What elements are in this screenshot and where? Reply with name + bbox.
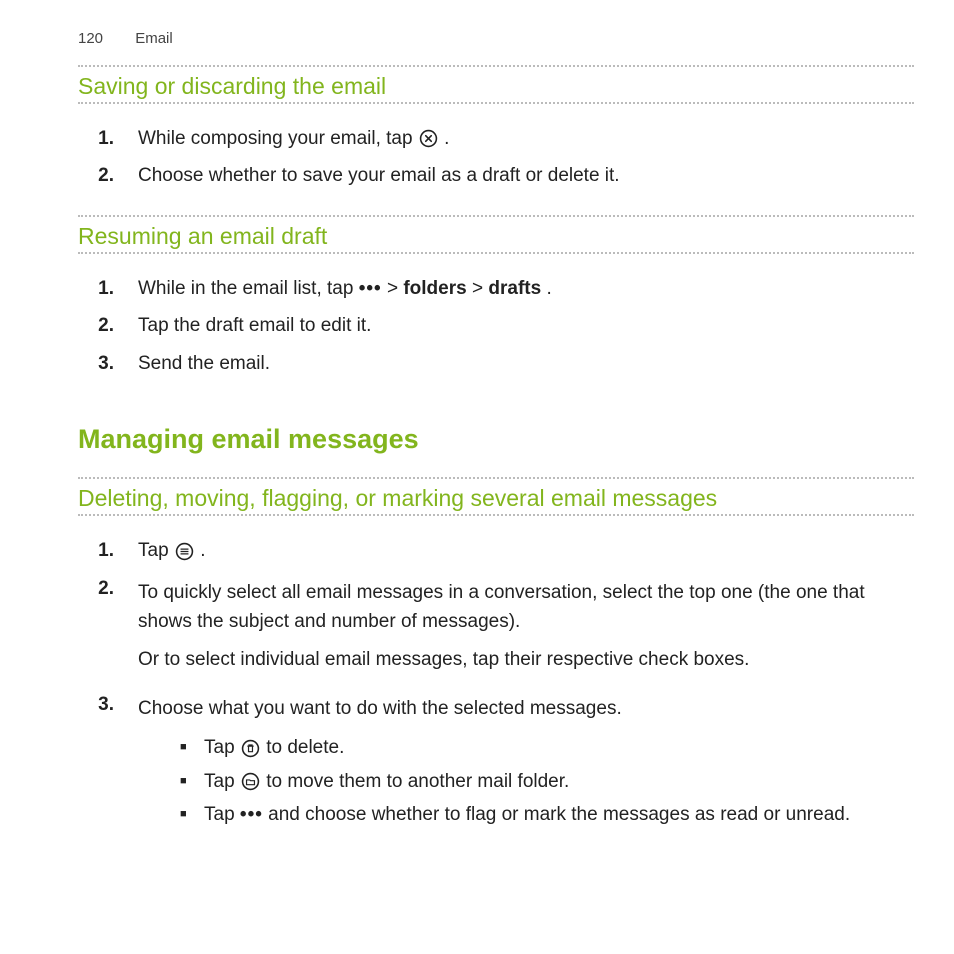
step-text: Tap: [138, 540, 174, 561]
step-text: While composing your email, tap: [138, 128, 418, 149]
steps-resuming: 1. While in the email list, tap ••• > fo…: [78, 274, 914, 378]
more-icon: •••: [240, 804, 263, 825]
step-number: 2.: [78, 161, 138, 190]
step-text: .: [200, 540, 205, 561]
divider: [78, 252, 914, 254]
bullet-list: ■ Tap to delete. ■ Tap: [180, 733, 914, 829]
select-list-icon: [175, 542, 194, 561]
arrow: >: [472, 278, 483, 299]
step: 2. Choose whether to save your email as …: [78, 161, 914, 190]
page-number: 120: [78, 30, 103, 47]
step: 1. Tap .: [78, 536, 914, 565]
more-icon: •••: [359, 278, 382, 299]
bullet-text: Tap: [204, 804, 240, 825]
step-text: To quickly select all email messages in …: [138, 578, 914, 637]
bullet-text: to move them to another mail folder.: [266, 771, 569, 792]
step-body: To quickly select all email messages in …: [138, 574, 914, 682]
move-folder-icon: [241, 772, 260, 791]
bullet-text: Tap: [204, 771, 240, 792]
folders-label: folders: [403, 278, 466, 299]
steps-deleting: 1. Tap . 2. To quickly select all email …: [78, 536, 914, 834]
arrow: >: [387, 278, 398, 299]
step: 3. Choose what you want to do with the s…: [78, 690, 914, 834]
bullet-text: Tap: [204, 737, 240, 758]
list-item: ■ Tap to delete.: [180, 733, 914, 762]
divider: [78, 65, 914, 67]
heading-managing: Managing email messages: [78, 424, 914, 455]
section-name: Email: [135, 30, 173, 47]
step-text: Send the email.: [138, 349, 914, 378]
step-body: Tap .: [138, 536, 914, 565]
step-body: While composing your email, tap .: [138, 124, 914, 153]
step: 2. To quickly select all email messages …: [78, 574, 914, 682]
subheading-resuming: Resuming an email draft: [78, 223, 914, 250]
drafts-label: drafts: [488, 278, 541, 299]
step-text: Choose whether to save your email as a d…: [138, 161, 914, 190]
step-number: 1.: [78, 536, 138, 565]
bullet-marker: ■: [180, 767, 204, 795]
step-text: .: [546, 278, 551, 299]
page-header: 120 Email: [78, 30, 914, 47]
bullet-text: to delete.: [266, 737, 344, 758]
step-text: Tap the draft email to edit it.: [138, 311, 914, 340]
step: 3. Send the email.: [78, 349, 914, 378]
step-body: While in the email list, tap ••• > folde…: [138, 274, 914, 303]
list-item: ■ Tap ••• and choose whether to flag or …: [180, 800, 914, 829]
bullet-marker: ■: [180, 800, 204, 828]
divider: [78, 477, 914, 479]
steps-saving: 1. While composing your email, tap . 2. …: [78, 124, 914, 191]
bullet-body: Tap ••• and choose whether to flag or ma…: [204, 800, 914, 829]
step: 1. While composing your email, tap .: [78, 124, 914, 153]
document-page: 120 Email Saving or discarding the email…: [0, 0, 954, 954]
trash-circle-icon: [241, 739, 260, 758]
step-text: While in the email list, tap: [138, 278, 359, 299]
step: 1. While in the email list, tap ••• > fo…: [78, 274, 914, 303]
step-text: Or to select individual email messages, …: [138, 645, 914, 674]
bullet-body: Tap to move them to another mail folder.: [204, 767, 914, 796]
list-item: ■ Tap to move them to another mail folde…: [180, 767, 914, 796]
bullet-text: and choose whether to flag or mark the m…: [268, 804, 850, 825]
divider: [78, 514, 914, 516]
close-circle-icon: [419, 129, 438, 148]
step-number: 1.: [78, 274, 138, 303]
step: 2. Tap the draft email to edit it.: [78, 311, 914, 340]
subheading-saving: Saving or discarding the email: [78, 73, 914, 100]
step-number: 3.: [78, 690, 138, 719]
step-body: Choose what you want to do with the sele…: [138, 690, 914, 834]
divider: [78, 215, 914, 217]
bullet-body: Tap to delete.: [204, 733, 914, 762]
step-number: 1.: [78, 124, 138, 153]
step-text: .: [444, 128, 449, 149]
bullet-marker: ■: [180, 733, 204, 761]
divider: [78, 102, 914, 104]
step-number: 2.: [78, 574, 138, 603]
step-text: Choose what you want to do with the sele…: [138, 694, 914, 723]
step-number: 2.: [78, 311, 138, 340]
subheading-deleting: Deleting, moving, flagging, or marking s…: [78, 485, 914, 512]
step-number: 3.: [78, 349, 138, 378]
